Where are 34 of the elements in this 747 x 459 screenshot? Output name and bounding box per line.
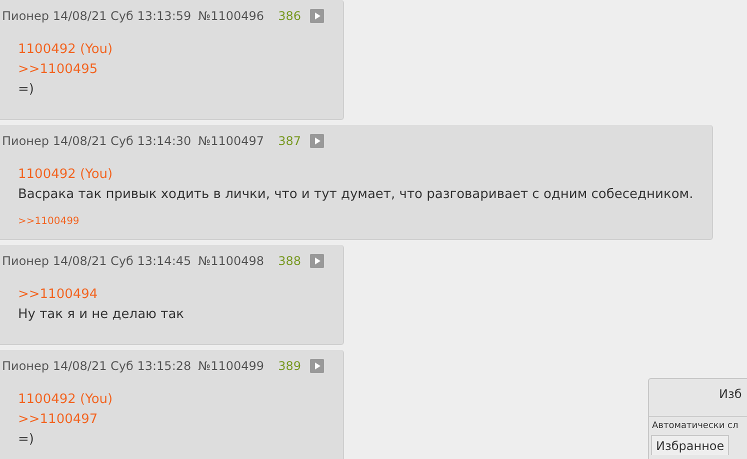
post-author: Пионер <box>2 254 50 268</box>
post-text: =) <box>18 81 35 99</box>
panel-subtitle: Автоматически сл <box>652 421 740 432</box>
post-index: 389 <box>278 358 301 372</box>
post-date: 14/08/21 Суб 13:14:30 <box>52 134 192 148</box>
reply-link[interactable]: >>1100495 <box>18 60 324 80</box>
post-text: Васрака так привык ходить в лички, что и тут думает, что разговаривает с одним собеседником. <box>18 186 694 204</box>
reply-link[interactable]: >>1100494 <box>18 285 324 305</box>
post-number[interactable]: №1100498 <box>198 254 264 268</box>
play-icon[interactable] <box>310 134 324 148</box>
post-text: =) <box>18 431 35 449</box>
quote-link[interactable]: 1100492 (You) <box>18 40 324 60</box>
post-author: Пионер <box>2 8 50 22</box>
post-date: 14/08/21 Суб 13:14:45 <box>52 254 192 268</box>
post-text: Ну так я и не делаю так <box>18 306 186 324</box>
play-icon[interactable] <box>310 358 324 372</box>
post-index: 388 <box>278 254 301 268</box>
play-icon[interactable] <box>310 254 324 268</box>
quote-link[interactable]: 1100492 (You) <box>18 390 324 410</box>
backlink[interactable]: >>1100499 <box>18 216 80 227</box>
play-icon[interactable] <box>310 8 324 22</box>
quote-link[interactable]: 1100492 (You) <box>18 165 694 185</box>
post-author: Пионер <box>2 134 50 148</box>
tab[interactable]: Избранное <box>651 435 730 455</box>
post-index: 387 <box>278 134 301 148</box>
panel-title: Изб <box>719 387 743 402</box>
post-author: Пионер <box>2 358 50 372</box>
post-index: 386 <box>278 8 301 22</box>
post-number[interactable]: №1100499 <box>198 358 264 372</box>
post-number[interactable]: №1100496 <box>198 8 264 22</box>
post-number[interactable]: №1100497 <box>198 134 264 148</box>
post-date: 14/08/21 Суб 13:15:28 <box>52 358 192 372</box>
reply-link[interactable]: >>1100497 <box>18 410 324 430</box>
post-date: 14/08/21 Суб 13:13:59 <box>52 8 192 22</box>
